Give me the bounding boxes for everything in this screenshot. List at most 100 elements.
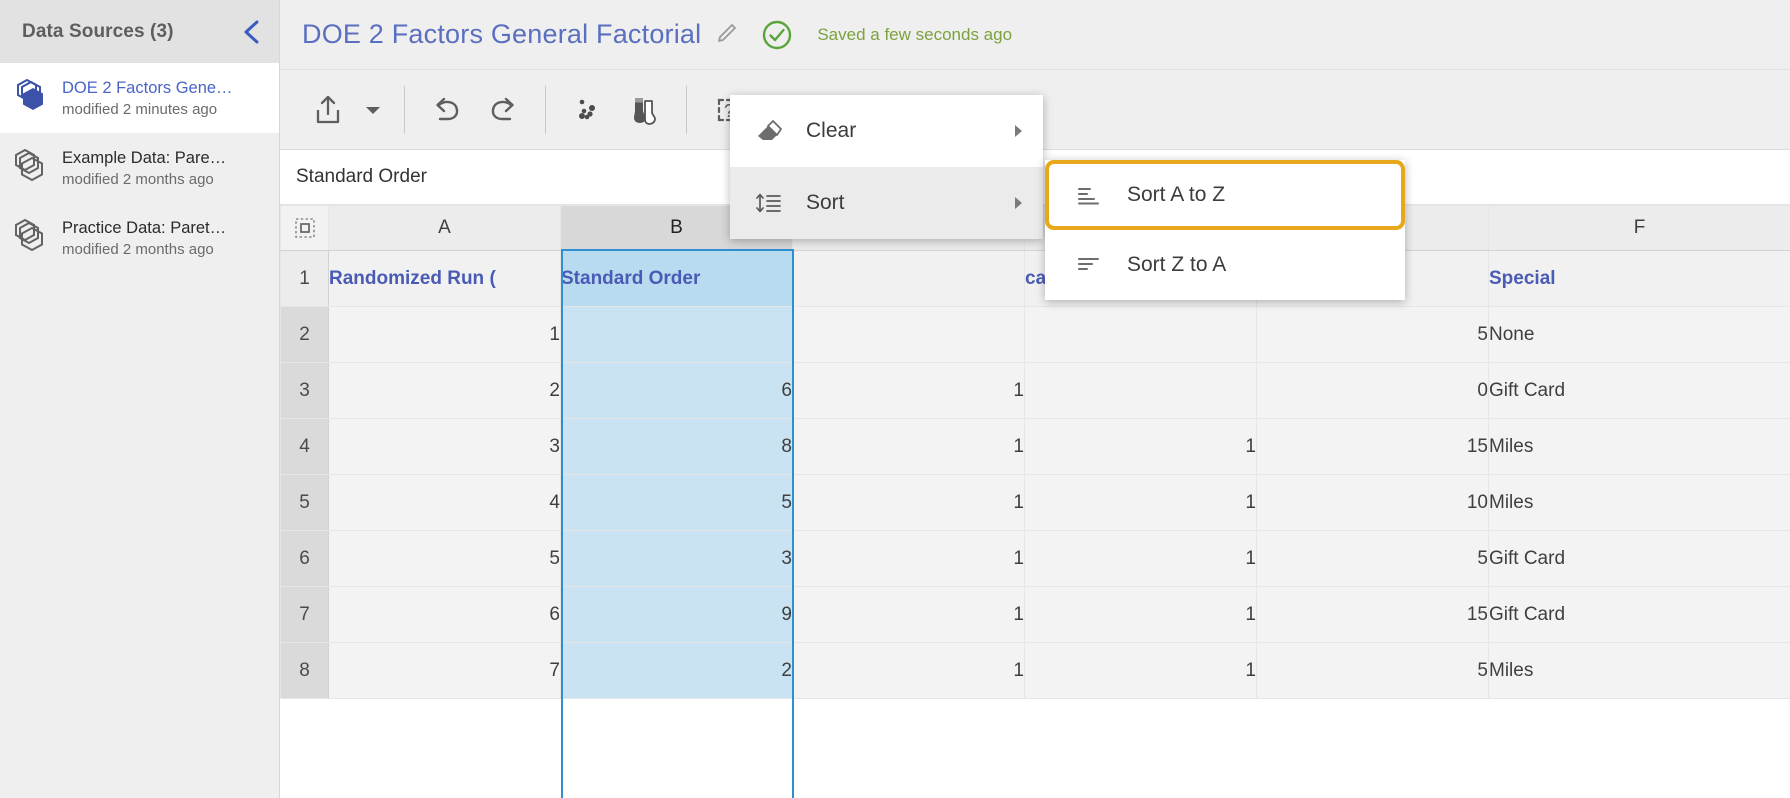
cell-e8[interactable]: 5 — [1257, 643, 1489, 699]
column-header-a[interactable]: A — [329, 206, 561, 251]
table-row: 6 5 3 1 1 5 Gift Card — [281, 531, 1790, 587]
pencil-icon[interactable] — [715, 22, 739, 48]
cell-d7[interactable]: 1 — [1025, 587, 1257, 643]
document-titlebar: DOE 2 Factors General Factorial Saved a … — [280, 0, 1790, 70]
sidebar-item-modified: modified 2 months ago — [62, 171, 214, 188]
cell-b1[interactable]: Standard Order — [561, 251, 793, 307]
table-row: 2 1 5 None — [281, 307, 1790, 363]
socks-icon[interactable] — [616, 82, 672, 138]
cell-a3[interactable]: 2 — [329, 363, 561, 419]
table-row: 3 2 6 1 0 Gift Card — [281, 363, 1790, 419]
cell-e7[interactable]: 15 — [1257, 587, 1489, 643]
cell-b3[interactable]: 6 — [561, 363, 793, 419]
cell-d8[interactable]: 1 — [1025, 643, 1257, 699]
table-row: 4 3 8 1 1 15 Miles — [281, 419, 1790, 475]
select-all-corner[interactable] — [281, 206, 329, 251]
sidebar-item-text: Example Data: Pare… modified 2 months ag… — [62, 145, 226, 191]
cell-d4[interactable]: 1 — [1025, 419, 1257, 475]
cell-b2[interactable] — [561, 307, 793, 363]
cell-context-menu: Clear Sort — [730, 95, 1043, 239]
sidebar-item-doe-2-factors[interactable]: DOE 2 Factors Gene… modified 2 minutes a… — [0, 63, 279, 133]
row-header-5[interactable]: 5 — [281, 475, 329, 531]
cell-c3[interactable]: 1 — [793, 363, 1025, 419]
cell-d6[interactable]: 1 — [1025, 531, 1257, 587]
submenu-arrow-icon — [1011, 122, 1025, 140]
data-source-stack-icon — [8, 215, 52, 259]
cell-f3[interactable]: Gift Card — [1489, 363, 1790, 419]
cell-e6[interactable]: 5 — [1257, 531, 1489, 587]
sidebar-item-name: Example Data: Pare… — [62, 149, 226, 167]
sidebar-item-practice-data[interactable]: Practice Data: Paret… modified 2 months … — [0, 203, 279, 273]
scatter-dots-icon[interactable] — [560, 82, 616, 138]
cell-f8[interactable]: Miles — [1489, 643, 1790, 699]
cell-c7[interactable]: 1 — [793, 587, 1025, 643]
cell-f2[interactable]: None — [1489, 307, 1790, 363]
page-title: DOE 2 Factors General Factorial — [302, 19, 701, 50]
sort-ascending-icon — [1075, 183, 1103, 207]
row-header-1[interactable]: 1 — [281, 251, 329, 307]
sidebar-item-example-data[interactable]: Example Data: Pare… modified 2 months ag… — [0, 133, 279, 203]
sort-a-to-z-item[interactable]: Sort A to Z — [1045, 160, 1405, 230]
sidebar-item-modified: modified 2 months ago — [62, 241, 214, 258]
redo-icon[interactable] — [475, 82, 531, 138]
eraser-icon — [754, 117, 784, 145]
caret-down-icon[interactable] — [356, 82, 390, 138]
cell-d3[interactable] — [1025, 363, 1257, 419]
cell-a4[interactable]: 3 — [329, 419, 561, 475]
row-header-8[interactable]: 8 — [281, 643, 329, 699]
spreadsheet-app: Data Sources (3) DOE 2 Factors Gene… mod… — [0, 0, 1790, 798]
data-sources-sidebar: Data Sources (3) DOE 2 Factors Gene… mod… — [0, 0, 280, 798]
cell-f5[interactable]: Miles — [1489, 475, 1790, 531]
spreadsheet-grid: A B C D E F 1 Randomized Run ( Standard … — [280, 205, 1790, 699]
cell-a6[interactable]: 5 — [329, 531, 561, 587]
cell-e4[interactable]: 15 — [1257, 419, 1489, 475]
cell-e5[interactable]: 10 — [1257, 475, 1489, 531]
sort-submenu-label: Sort Z to A — [1127, 253, 1226, 277]
cell-a7[interactable]: 6 — [329, 587, 561, 643]
cell-c1[interactable] — [793, 251, 1025, 307]
cell-f4[interactable]: Miles — [1489, 419, 1790, 475]
row-header-2[interactable]: 2 — [281, 307, 329, 363]
cell-f6[interactable]: Gift Card — [1489, 531, 1790, 587]
cell-c6[interactable]: 1 — [793, 531, 1025, 587]
select-all-icon — [281, 206, 328, 250]
cell-e3[interactable]: 0 — [1257, 363, 1489, 419]
cell-a1[interactable]: Randomized Run ( — [329, 251, 561, 307]
chevron-left-icon[interactable] — [241, 19, 263, 45]
data-source-stack-icon — [8, 75, 52, 119]
cell-b5[interactable]: 5 — [561, 475, 793, 531]
row-header-6[interactable]: 6 — [281, 531, 329, 587]
cell-c4[interactable]: 1 — [793, 419, 1025, 475]
cell-c8[interactable]: 1 — [793, 643, 1025, 699]
cell-b6[interactable]: 3 — [561, 531, 793, 587]
cell-d5[interactable]: 1 — [1025, 475, 1257, 531]
row-header-4[interactable]: 4 — [281, 419, 329, 475]
undo-icon[interactable] — [419, 82, 475, 138]
context-menu-item-clear[interactable]: Clear — [730, 95, 1043, 167]
cell-e2[interactable]: 5 — [1257, 307, 1489, 363]
cell-a5[interactable]: 4 — [329, 475, 561, 531]
sidebar-item-modified: modified 2 minutes ago — [62, 101, 217, 118]
table-row: 8 7 2 1 1 5 Miles — [281, 643, 1790, 699]
table-row: 5 4 5 1 1 10 Miles — [281, 475, 1790, 531]
sort-z-to-a-item[interactable]: Sort Z to A — [1045, 230, 1405, 300]
cell-f1[interactable]: Special — [1489, 251, 1790, 307]
cell-d2[interactable] — [1025, 307, 1257, 363]
sort-icon — [754, 189, 784, 217]
cell-b4[interactable]: 8 — [561, 419, 793, 475]
toolbar-divider — [404, 86, 405, 134]
cell-a8[interactable]: 7 — [329, 643, 561, 699]
cell-c2[interactable] — [793, 307, 1025, 363]
upload-export-icon[interactable] — [300, 82, 356, 138]
data-source-stack-icon — [8, 145, 52, 189]
cell-c5[interactable]: 1 — [793, 475, 1025, 531]
cell-f7[interactable]: Gift Card — [1489, 587, 1790, 643]
row-header-7[interactable]: 7 — [281, 587, 329, 643]
context-menu-item-sort[interactable]: Sort — [730, 167, 1043, 239]
cell-a2[interactable]: 1 — [329, 307, 561, 363]
cell-b7[interactable]: 9 — [561, 587, 793, 643]
row-header-3[interactable]: 3 — [281, 363, 329, 419]
cell-b8[interactable]: 2 — [561, 643, 793, 699]
column-header-f[interactable]: F — [1489, 206, 1790, 251]
main-panel: DOE 2 Factors General Factorial Saved a … — [280, 0, 1790, 798]
